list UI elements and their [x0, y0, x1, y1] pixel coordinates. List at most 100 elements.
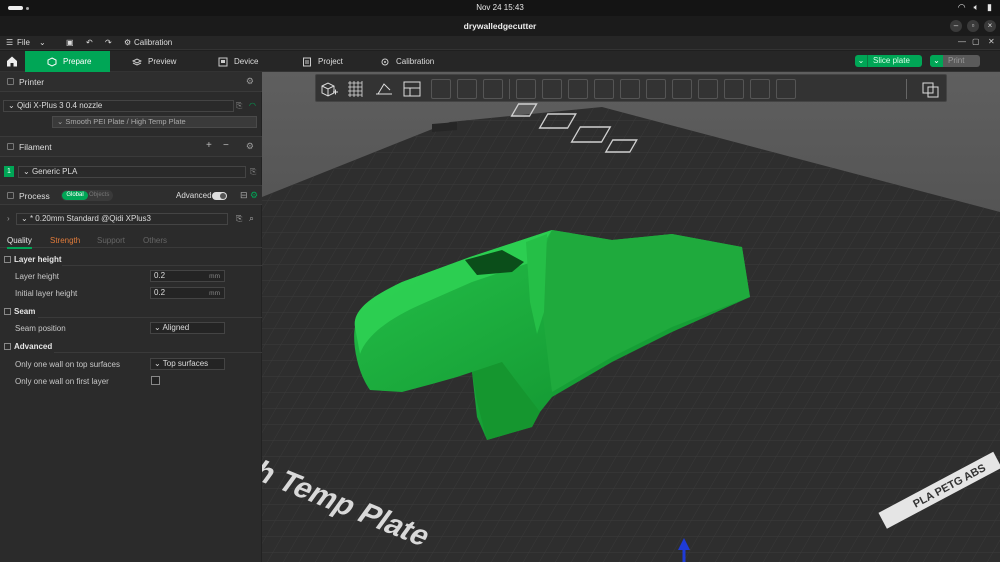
- print-button[interactable]: ⌄ Print: [930, 55, 980, 67]
- tab-device[interactable]: Device: [208, 51, 268, 72]
- edit-icon[interactable]: ⎘: [250, 167, 256, 177]
- filament-header-label: Filament: [19, 142, 52, 152]
- advanced-label: Advanced: [176, 191, 212, 200]
- measure-icon[interactable]: [750, 79, 770, 99]
- advanced-icon: [4, 343, 11, 350]
- app-maximize-icon[interactable]: ▢: [972, 37, 980, 46]
- toggle-global[interactable]: Global: [62, 191, 88, 200]
- search-icon[interactable]: ⌕: [249, 213, 254, 224]
- print-label: Print: [948, 56, 965, 65]
- save-preset-icon[interactable]: ⎘: [236, 214, 242, 224]
- move-icon[interactable]: [516, 79, 536, 99]
- initial-layer-height-value: 0.2: [154, 288, 166, 297]
- chevron-right-icon[interactable]: ›: [7, 214, 10, 223]
- layer-height-value: 0.2: [154, 271, 166, 280]
- plate-select[interactable]: ⌄ Smooth PEI Plate / High Temp Plate: [52, 116, 257, 128]
- cut-icon[interactable]: [620, 79, 640, 99]
- tab-project[interactable]: Project: [292, 51, 353, 72]
- file-menu[interactable]: File: [17, 38, 30, 47]
- slice-label: Slice plate: [873, 56, 910, 65]
- add-object-icon[interactable]: [319, 79, 339, 99]
- one-wall-first-checkbox[interactable]: [151, 376, 160, 385]
- arrange-grid-icon[interactable]: [346, 79, 366, 99]
- save-icon[interactable]: ▣: [66, 38, 74, 47]
- rotate-icon[interactable]: [542, 79, 562, 99]
- advanced-switch[interactable]: [212, 192, 227, 200]
- main-tabbar: Prepare Preview Device Project Calibrati…: [0, 51, 1000, 72]
- initial-layer-height-input[interactable]: 0.2 mm: [150, 287, 225, 299]
- mesh-boolean-icon[interactable]: [646, 79, 666, 99]
- add-filament-button[interactable]: +: [206, 140, 212, 151]
- seam-position-label: Seam position: [15, 324, 66, 333]
- assembly-icon[interactable]: [776, 79, 796, 99]
- lay-on-face-icon[interactable]: [594, 79, 614, 99]
- text-icon[interactable]: [724, 79, 744, 99]
- restore-icon[interactable]: ▫: [967, 20, 979, 32]
- calibration-icon: [381, 58, 389, 65]
- 3d-viewport[interactable]: e / High Temp Plate PLA PETG ABS: [262, 72, 1000, 562]
- build-plate-scene[interactable]: e / High Temp Plate PLA PETG ABS: [262, 72, 1000, 562]
- undo-icon[interactable]: ↶: [86, 38, 93, 47]
- edit-icon[interactable]: ⎘: [236, 101, 242, 111]
- group-title: Layer height: [14, 255, 62, 264]
- divider: [38, 317, 262, 318]
- calibration-menu[interactable]: Calibration: [134, 38, 172, 47]
- hamburger-icon[interactable]: ☰: [6, 38, 13, 47]
- filament-index-badge[interactable]: 1: [4, 166, 14, 177]
- tab-label: Device: [234, 57, 259, 66]
- tab-support[interactable]: Support: [97, 236, 125, 245]
- tab-calibration[interactable]: Calibration: [370, 51, 444, 72]
- tab-strength[interactable]: Strength: [50, 236, 80, 245]
- remove-filament-button[interactable]: −: [223, 140, 229, 151]
- window-titlebar: drywalledgecutter – ▫ ×: [0, 16, 1000, 36]
- tab-prepare[interactable]: Prepare: [25, 51, 110, 72]
- group-seam: Seam: [4, 307, 35, 316]
- settings-icon[interactable]: ⚙: [246, 141, 254, 152]
- paste-icon[interactable]: [457, 79, 477, 99]
- process-header-label: Process: [19, 191, 50, 201]
- filter-icon[interactable]: ⚙: [250, 190, 258, 201]
- process-preset-name: * 0.20mm Standard @Qidi XPlus3: [29, 214, 152, 223]
- one-wall-top-select[interactable]: ⌄ Top surfaces: [150, 358, 225, 370]
- tab-others[interactable]: Others: [143, 236, 167, 245]
- delete-icon[interactable]: [483, 79, 503, 99]
- app-close-icon[interactable]: ✕: [988, 37, 995, 46]
- compare-icon[interactable]: ⊟: [240, 190, 248, 201]
- tab-quality[interactable]: Quality: [7, 236, 32, 249]
- system-clock[interactable]: Nov 24 15:43: [0, 3, 1000, 12]
- layers-icon: [132, 57, 142, 66]
- minimize-icon[interactable]: –: [950, 20, 962, 32]
- home-icon[interactable]: [2, 52, 22, 71]
- seam-paint-icon[interactable]: [698, 79, 718, 99]
- seam-position-select[interactable]: ⌄ Aligned: [150, 322, 225, 334]
- split-icon[interactable]: [402, 79, 422, 99]
- close-icon[interactable]: ×: [984, 20, 996, 32]
- chevron-down-icon[interactable]: ⌄: [39, 38, 46, 47]
- chevron-down-icon[interactable]: ⌄: [855, 55, 868, 67]
- tab-preview[interactable]: Preview: [122, 51, 186, 72]
- one-wall-top-label: Only one wall on top surfaces: [15, 360, 120, 369]
- copy-icon[interactable]: [431, 79, 451, 99]
- filament-select[interactable]: ⌄ Generic PLA: [18, 166, 246, 178]
- chevron-down-icon[interactable]: ⌄: [930, 55, 943, 67]
- tab-label: Calibration: [396, 57, 435, 66]
- app-minimize-icon[interactable]: —: [958, 37, 966, 46]
- system-tray[interactable]: ◠ 🔈︎ ▮: [958, 2, 992, 13]
- seam-icon: [4, 308, 11, 315]
- redo-icon[interactable]: ↷: [105, 38, 112, 47]
- settings-icon[interactable]: ⚙: [246, 76, 254, 87]
- wifi-icon[interactable]: ◠: [249, 101, 256, 110]
- support-paint-icon[interactable]: [672, 79, 692, 99]
- project-icon: [303, 57, 311, 66]
- global-objects-toggle[interactable]: Global Objects: [61, 190, 113, 201]
- layer-height-input[interactable]: 0.2 mm: [150, 270, 225, 282]
- slice-plate-button[interactable]: ⌄ Slice plate: [855, 55, 922, 67]
- orient-icon[interactable]: [374, 79, 394, 99]
- printer-select[interactable]: ⌄ Qidi X-Plus 3 0.4 nozzle: [3, 100, 234, 112]
- process-preset-select[interactable]: ⌄ * 0.20mm Standard @Qidi XPlus3: [16, 213, 228, 225]
- view-layout-icon[interactable]: [920, 79, 940, 99]
- toggle-objects[interactable]: Objects: [89, 191, 109, 200]
- scale-icon[interactable]: [568, 79, 588, 99]
- gear-icon: ⚙: [124, 38, 132, 47]
- unit-label: mm: [209, 273, 220, 280]
